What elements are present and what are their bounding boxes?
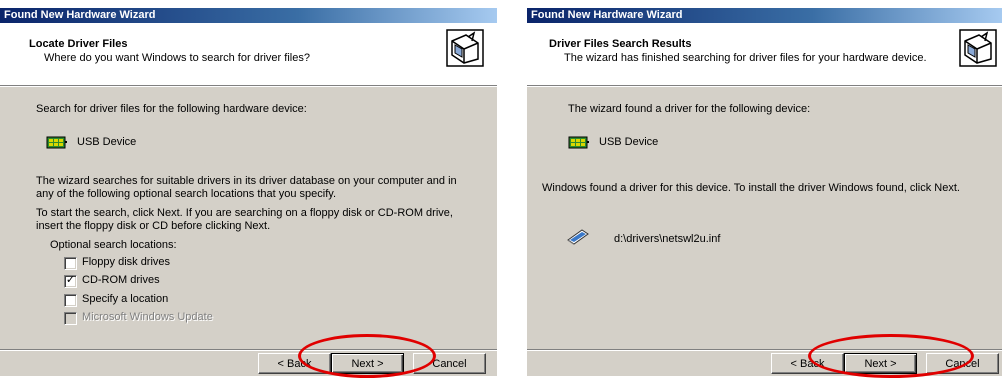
windows-update-checkbox: [64, 312, 77, 325]
checkbox-label: Floppy disk drives: [82, 256, 171, 268]
device-name: USB Device: [599, 136, 659, 148]
floppy-disk-checkbox[interactable]: [64, 257, 77, 270]
header-title: Locate Driver Files: [29, 38, 128, 50]
hardware-wizard-icon: [959, 29, 997, 67]
wizard-body: Search for driver files for the followin…: [0, 86, 497, 376]
window-title: Found New Hardware Wizard: [0, 8, 497, 23]
window-title: Found New Hardware Wizard: [527, 8, 1002, 23]
wizard-window-locate-driver-files: Found New Hardware Wizard Locate Driver …: [0, 8, 497, 376]
instruction-line-1: To start the search, click Next. If you …: [36, 207, 453, 219]
wireless-usb-adapter-icon: [567, 229, 589, 245]
button-separator: [0, 349, 497, 351]
hardware-wizard-icon: [446, 29, 484, 67]
checkbox-label: CD-ROM drives: [82, 274, 160, 286]
intro-text: Search for driver files for the followin…: [36, 103, 307, 115]
header-title: Driver Files Search Results: [549, 38, 692, 50]
wizard-header: Locate Driver Files Where do you want Wi…: [0, 23, 497, 86]
instruction-line-2: insert the floppy disk or CD before clic…: [36, 220, 271, 232]
cd-rom-checkbox[interactable]: ✓: [64, 274, 77, 288]
back-button[interactable]: < Back: [771, 353, 844, 374]
checkbox-label: Microsoft Windows Update: [82, 311, 213, 323]
button-separator: [527, 349, 1002, 351]
found-driver-text: Windows found a driver for this device. …: [542, 182, 960, 194]
intro-text: The wizard found a driver for the follow…: [568, 103, 811, 115]
driver-file-path: d:\drivers\netswl2u.inf: [614, 233, 721, 245]
description-line-2: any of the following optional search loc…: [36, 188, 337, 200]
device-name: USB Device: [77, 136, 137, 148]
wizard-body: The wizard found a driver for the follow…: [527, 86, 1002, 376]
wizard-header: Driver Files Search Results The wizard h…: [527, 23, 1002, 86]
header-subtitle: Where do you want Windows to search for …: [44, 52, 310, 64]
usb-device-icon: [568, 136, 589, 149]
wizard-window-search-results: Found New Hardware Wizard Driver Files S…: [527, 8, 1002, 376]
back-button[interactable]: < Back: [258, 353, 331, 374]
cancel-button[interactable]: Cancel: [413, 353, 486, 374]
specify-location-checkbox[interactable]: [64, 294, 77, 307]
optional-locations-label: Optional search locations:: [50, 239, 177, 251]
description-line-1: The wizard searches for suitable drivers…: [36, 175, 457, 187]
next-button[interactable]: Next >: [331, 353, 404, 374]
cancel-button[interactable]: Cancel: [926, 353, 999, 374]
header-subtitle: The wizard has finished searching for dr…: [564, 52, 927, 64]
next-button[interactable]: Next >: [844, 353, 917, 374]
check-mark-icon: ✓: [65, 274, 76, 286]
usb-device-icon: [46, 136, 67, 149]
checkbox-label: Specify a location: [82, 293, 169, 305]
